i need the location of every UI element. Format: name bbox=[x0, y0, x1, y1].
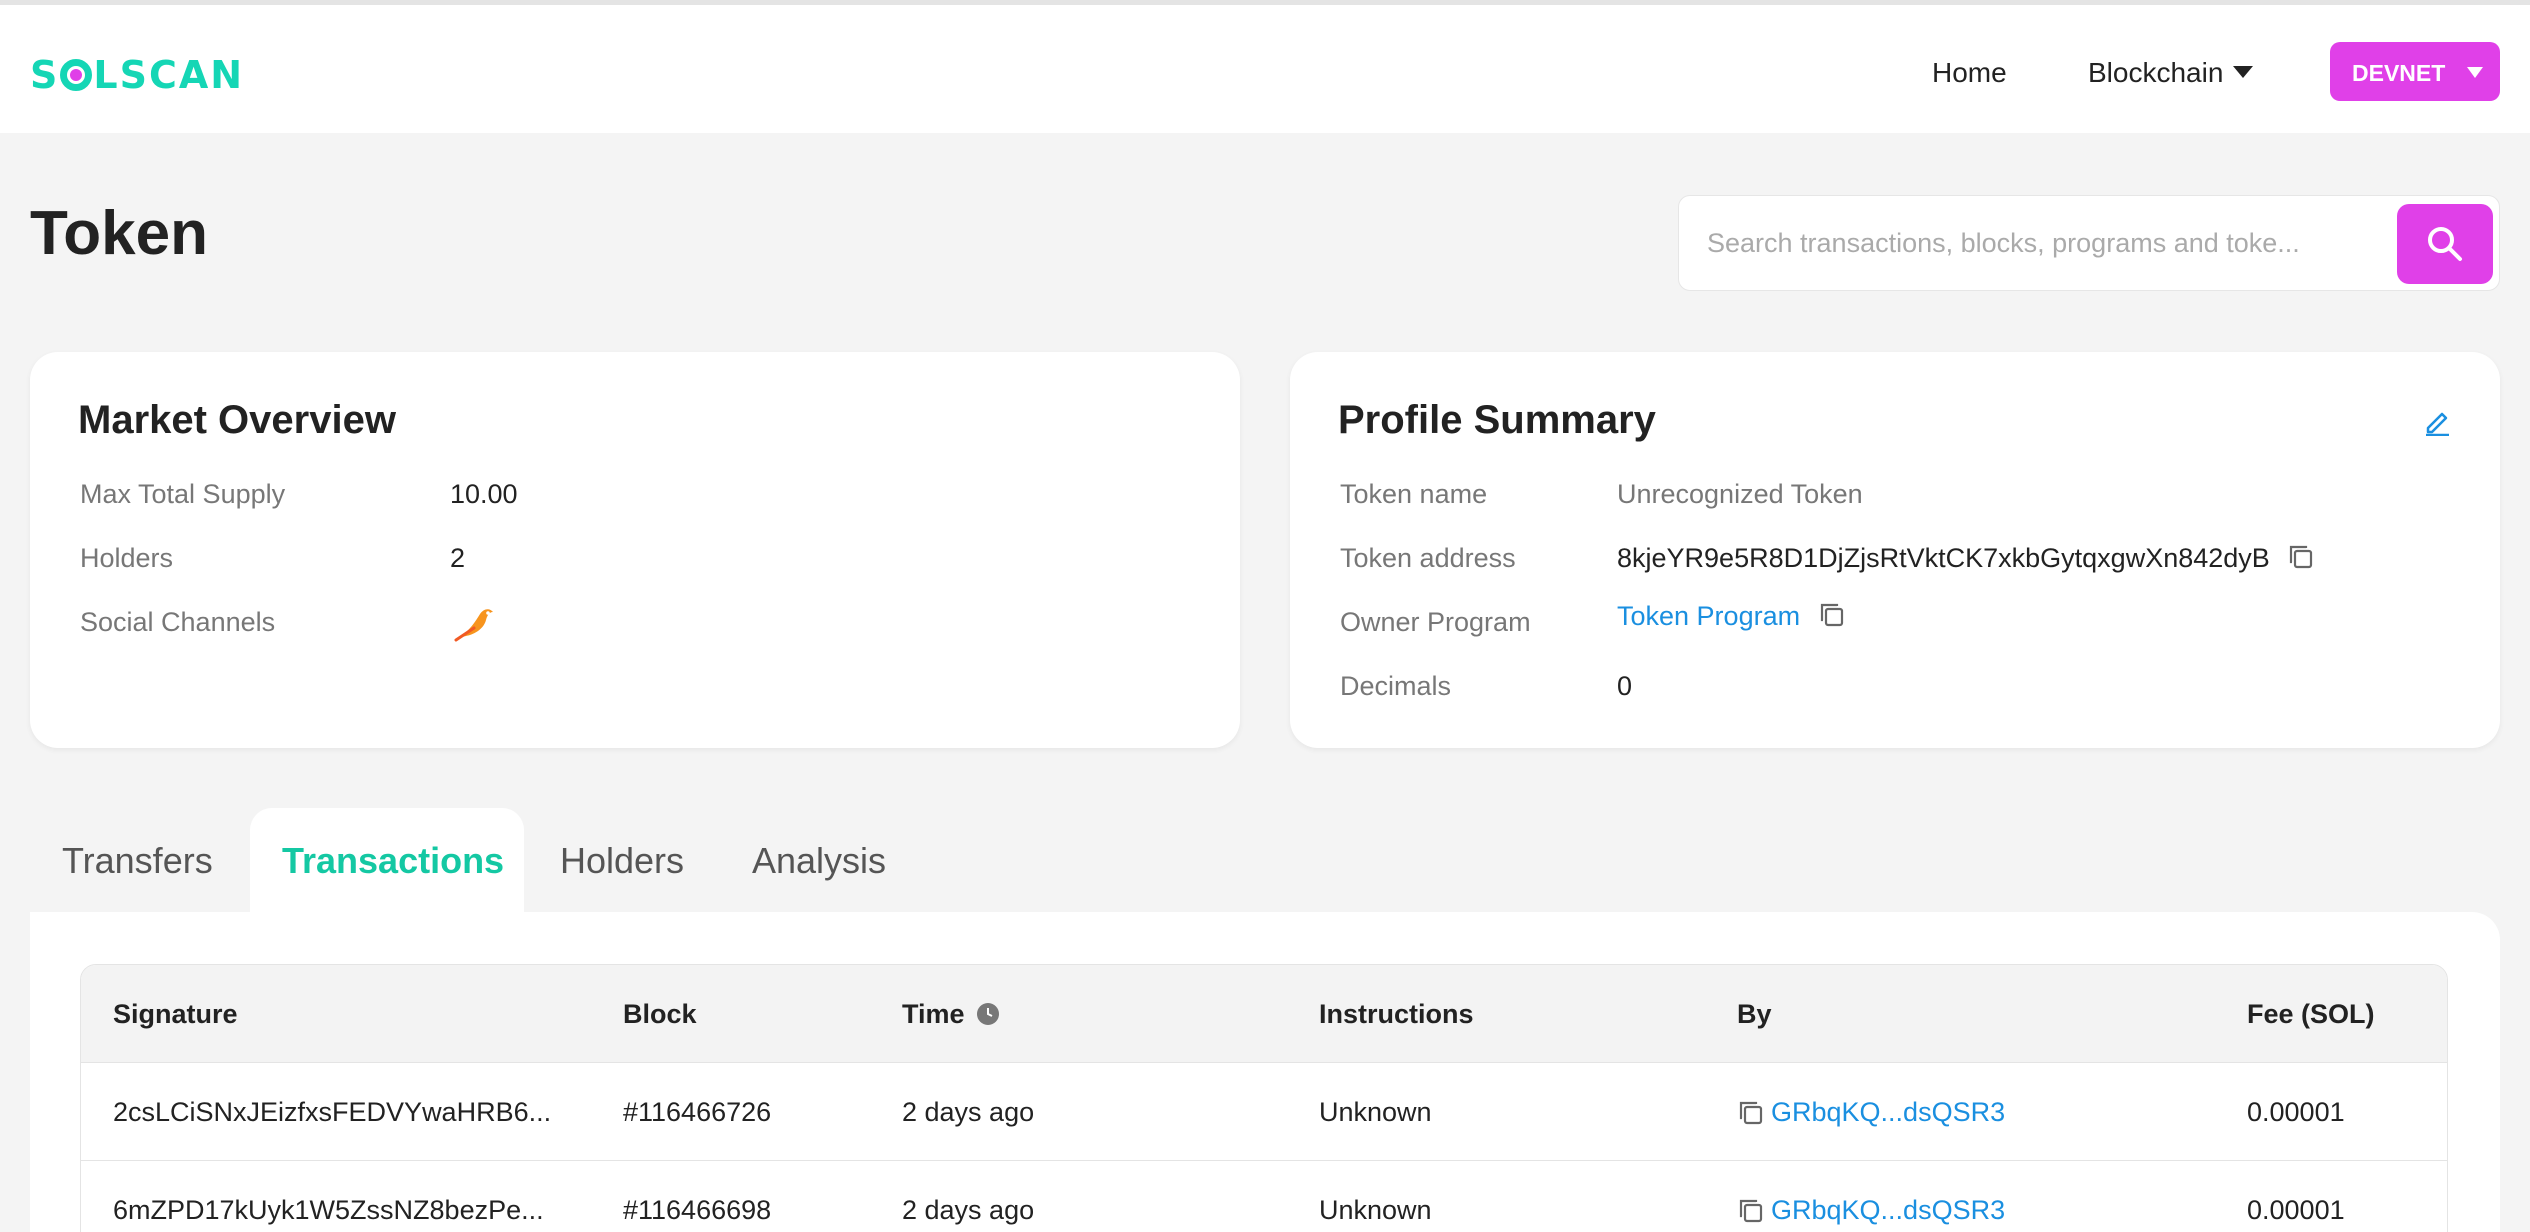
nav-home-link[interactable]: Home bbox=[1932, 57, 2007, 89]
search-button[interactable] bbox=[2397, 204, 2493, 284]
market-overview-card: Market Overview Max Total Supply 10.00 H… bbox=[30, 352, 1240, 748]
copy-icon[interactable] bbox=[1737, 1099, 1765, 1127]
token-address-row: 8kjeYR9e5R8D1DjZjsRtVktCK7xkbGytqxgwXn84… bbox=[1617, 543, 2315, 574]
pencil-icon[interactable] bbox=[2422, 406, 2452, 436]
nav-blockchain-dropdown[interactable]: Blockchain bbox=[2088, 57, 2254, 89]
decimals-value: 0 bbox=[1617, 671, 1633, 701]
instructions-value: Unknown bbox=[1319, 1195, 1432, 1225]
owner-program-link[interactable]: Token Program bbox=[1617, 601, 1800, 631]
column-block: Block bbox=[623, 999, 697, 1029]
table-row: 2csLCiSNxJEizfxsFEDVYwaHRB6... #11646672… bbox=[81, 1063, 2447, 1161]
network-selector-button[interactable]: DEVNET bbox=[2330, 42, 2500, 101]
token-name-value: Unrecognized Token bbox=[1617, 479, 1863, 509]
tab-transactions[interactable]: Transactions bbox=[250, 808, 524, 912]
max-supply-value: 10.00 bbox=[450, 479, 518, 509]
profile-summary-card: Profile Summary Token name Unrecognized … bbox=[1290, 352, 2500, 748]
transactions-table: Signature Block Time Instructions By Fee… bbox=[80, 964, 2448, 1232]
holders-value: 2 bbox=[450, 543, 466, 573]
tab-transfers[interactable]: Transfers bbox=[30, 808, 250, 912]
tab-analysis[interactable]: Analysis bbox=[714, 808, 914, 912]
column-fee: Fee (SOL) bbox=[2247, 999, 2375, 1029]
holders-label: Holders bbox=[80, 543, 174, 573]
search-bar bbox=[1678, 195, 2500, 291]
owner-program-label: Owner Program bbox=[1340, 607, 1531, 637]
table-header: Signature Block Time Instructions By Fee… bbox=[81, 965, 2447, 1063]
by-address-link[interactable]: GRbqKQ...dsQSR3 bbox=[1771, 1195, 2005, 1225]
time-value: 2 days ago bbox=[902, 1097, 1035, 1127]
by-address-link[interactable]: GRbqKQ...dsQSR3 bbox=[1771, 1097, 2005, 1127]
page-title: Token bbox=[30, 199, 208, 268]
profile-summary-title: Profile Summary bbox=[1338, 398, 1656, 442]
by-cell: GRbqKQ...dsQSR3 bbox=[1737, 1195, 2005, 1226]
market-overview-title: Market Overview bbox=[78, 398, 396, 442]
search-icon bbox=[2428, 227, 2462, 261]
table-row: 6mZPD17kUyk1W5ZssNZ8bezPe... #116466698 … bbox=[81, 1161, 2447, 1232]
column-signature: Signature bbox=[113, 999, 238, 1029]
block-link[interactable]: #116466726 bbox=[623, 1097, 771, 1128]
column-by: By bbox=[1737, 999, 1772, 1029]
fee-value: 0.00001 bbox=[2247, 1097, 2345, 1127]
top-navbar: S LSCAN Home Blockchain DEVNET bbox=[0, 5, 2530, 133]
decimals-label: Decimals bbox=[1340, 671, 1452, 701]
nav-blockchain-label: Blockchain bbox=[2088, 57, 2224, 88]
solscan-logo[interactable]: S LSCAN bbox=[30, 53, 244, 97]
copy-icon[interactable] bbox=[1737, 1197, 1765, 1225]
owner-program-row: Token Program bbox=[1617, 601, 1846, 632]
copy-icon[interactable] bbox=[1818, 601, 1846, 629]
bird-icon[interactable] bbox=[454, 604, 496, 642]
column-instructions: Instructions bbox=[1319, 999, 1474, 1029]
transactions-panel: Signature Block Time Instructions By Fee… bbox=[30, 912, 2500, 1232]
clock-icon bbox=[977, 1003, 1000, 1025]
block-link[interactable]: #116466698 bbox=[623, 1195, 771, 1226]
signature-link[interactable]: 2csLCiSNxJEizfxsFEDVYwaHRB6... bbox=[113, 1097, 551, 1128]
copy-icon[interactable] bbox=[2287, 543, 2315, 571]
token-address-value: 8kjeYR9e5R8D1DjZjsRtVktCK7xkbGytqxgwXn84… bbox=[1617, 543, 2270, 573]
instructions-value: Unknown bbox=[1319, 1097, 1432, 1127]
search-input[interactable] bbox=[1707, 218, 2387, 268]
fee-value: 0.00001 bbox=[2247, 1195, 2345, 1225]
caret-down-icon bbox=[2467, 67, 2484, 78]
tab-holders[interactable]: Holders bbox=[524, 808, 714, 912]
column-time-label: Time bbox=[902, 999, 965, 1029]
signature-link[interactable]: 6mZPD17kUyk1W5ZssNZ8bezPe... bbox=[113, 1195, 544, 1226]
token-address-label: Token address bbox=[1340, 543, 1516, 573]
network-label: DEVNET bbox=[2352, 60, 2446, 86]
by-cell: GRbqKQ...dsQSR3 bbox=[1737, 1097, 2005, 1128]
time-value: 2 days ago bbox=[902, 1195, 1035, 1225]
caret-down-icon bbox=[2233, 66, 2254, 78]
social-channels-label: Social Channels bbox=[80, 607, 276, 637]
token-name-label: Token name bbox=[1340, 479, 1488, 509]
max-supply-label: Max Total Supply bbox=[80, 479, 286, 509]
column-time[interactable]: Time bbox=[902, 999, 1000, 1030]
